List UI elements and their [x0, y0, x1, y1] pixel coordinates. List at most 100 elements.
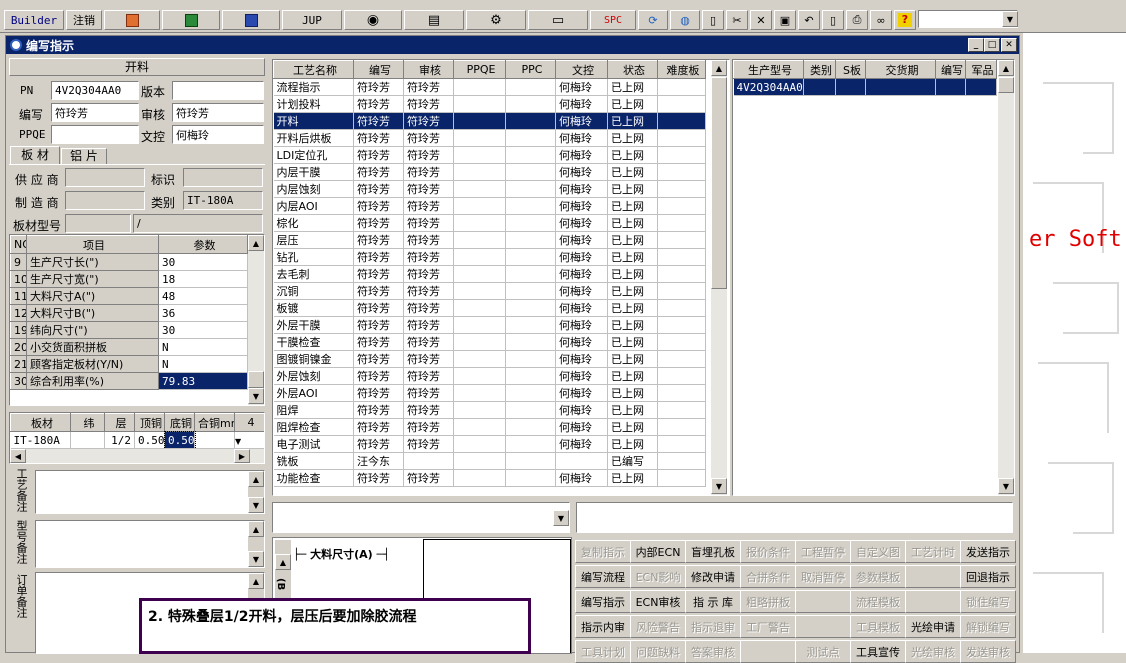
action-button[interactable]: 粗略拼板 — [740, 590, 796, 613]
board-model-field[interactable] — [65, 214, 131, 233]
print-button[interactable]: ⎙ — [846, 10, 868, 30]
toolbar-dropdown[interactable]: ▼ — [918, 10, 1018, 28]
process-combo[interactable]: ▼ — [272, 502, 570, 533]
action-button[interactable]: 光绘审核 — [905, 640, 961, 663]
ppqe-field[interactable] — [51, 125, 139, 144]
ppt-button[interactable] — [104, 10, 160, 30]
cut-button[interactable]: ✂ — [726, 10, 748, 30]
scroll-up-icon[interactable]: ▲ — [711, 60, 727, 76]
process-row[interactable]: 外层干膜 符玲芳 符玲芳 何梅玲 已上网 — [273, 316, 706, 334]
process-row[interactable]: 铣板 汪今东 已编写 — [273, 452, 706, 470]
action-button[interactable]: 编写流程 — [575, 565, 631, 588]
scroll-thumb[interactable] — [998, 77, 1014, 93]
process-column-header[interactable]: 状态 — [607, 60, 658, 79]
action-button[interactable]: 指示内审 — [575, 615, 631, 638]
param-value[interactable]: 48 — [158, 287, 248, 305]
scroll-thumb[interactable] — [248, 371, 264, 388]
scroll-up-icon[interactable]: ▲ — [248, 521, 264, 537]
doc-control-field[interactable]: 何梅玲 — [172, 125, 264, 144]
action-button[interactable]: 内部ECN — [630, 540, 686, 563]
maker-field[interactable] — [65, 191, 145, 210]
new-button[interactable]: ▯ — [702, 10, 724, 30]
material-row[interactable]: IT-180A 1/2 0.50 0.50 ▼ — [10, 430, 264, 450]
spc-button[interactable]: SPC — [590, 10, 636, 30]
process-row[interactable]: 棕化 符玲芳 符玲芳 何梅玲 已上网 — [273, 214, 706, 232]
database-button[interactable]: ▤ — [404, 10, 464, 30]
param-value[interactable]: N — [158, 355, 248, 373]
process-column-header[interactable]: PPC — [505, 60, 556, 79]
process-row[interactable]: 外层AOI 符玲芳 符玲芳 何梅玲 已上网 — [273, 384, 706, 402]
scroll-up-icon[interactable]: ▲ — [998, 60, 1014, 76]
process-row[interactable]: 图镀铜镍金 符玲芳 符玲芳 何梅玲 已上网 — [273, 350, 706, 368]
pn-field[interactable]: 4V2Q304AA0 — [51, 81, 139, 100]
scroll-up-icon[interactable]: ▲ — [275, 554, 291, 570]
find-button[interactable]: ∞ — [870, 10, 892, 30]
logout-button[interactable]: 注销 — [66, 10, 102, 30]
maximize-button[interactable]: □ — [984, 38, 1000, 52]
action-button[interactable]: 盲埋孔板 — [685, 540, 741, 563]
builder-button[interactable]: Builder — [4, 10, 64, 30]
action-button[interactable]: 光绘申请 — [905, 615, 961, 638]
scroll-thumb[interactable] — [711, 77, 727, 289]
close-button[interactable]: ✕ — [1001, 38, 1017, 52]
tab-board[interactable]: 板 材 — [10, 146, 60, 165]
param-value[interactable]: N — [158, 338, 248, 356]
param-row[interactable]: 19纬向尺寸(")30 — [10, 321, 248, 339]
action-button[interactable]: 回退指示 — [960, 565, 1016, 588]
process-row[interactable]: 开料后烘板 符玲芳 符玲芳 何梅玲 已上网 — [273, 129, 706, 147]
param-row[interactable]: 30综合利用率(%)79.83 — [10, 372, 248, 390]
process-row[interactable]: 干膜检查 符玲芳 符玲芳 何梅玲 已上网 — [273, 333, 706, 351]
action-button[interactable]: 工具模板 — [850, 615, 906, 638]
scroll-down-icon[interactable]: ▼ — [248, 388, 264, 404]
refresh-button[interactable]: ⟳ — [638, 10, 668, 30]
process-row[interactable]: 沉铜 符玲芳 符玲芳 何梅玲 已上网 — [273, 282, 706, 300]
process-column-header[interactable]: 工艺名称 — [273, 60, 354, 79]
scroll-up-icon[interactable]: ▲ — [248, 573, 264, 589]
process-row[interactable]: 电子测试 符玲芳 符玲芳 何梅玲 已上网 — [273, 435, 706, 453]
process-row[interactable]: 流程指示 符玲芳 符玲芳 何梅玲 已上网 — [273, 78, 706, 96]
action-button[interactable]: 自定义图 — [850, 540, 906, 563]
process-row[interactable]: LDI定位孔 符玲芳 符玲芳 何梅玲 已上网 — [273, 146, 706, 164]
reviewer-field[interactable]: 符玲芳 — [172, 103, 264, 122]
process-row[interactable]: 外层蚀刻 符玲芳 符玲芳 何梅玲 已上网 — [273, 367, 706, 385]
process-row[interactable]: 开料 符玲芳 符玲芳 何梅玲 已上网 — [273, 112, 706, 130]
computer-button[interactable]: ▭ — [528, 10, 588, 30]
param-row[interactable]: 10生产尺寸宽(")18 — [10, 270, 248, 288]
chevron-down-icon[interactable]: ▼ — [553, 510, 569, 526]
action-button[interactable]: 风险警告 — [630, 615, 686, 638]
action-button[interactable]: 复制指示 — [575, 540, 631, 563]
process-row[interactable]: 阻焊 符玲芳 符玲芳 何梅玲 已上网 — [273, 401, 706, 419]
action-button[interactable] — [905, 565, 961, 588]
save-button[interactable]: ▣ — [774, 10, 796, 30]
process-row[interactable]: 钻孔 符玲芳 符玲芳 何梅玲 已上网 — [273, 248, 706, 266]
scroll-down-icon[interactable]: ▼ — [711, 478, 727, 494]
scroll-down-icon[interactable]: ▼ — [248, 551, 264, 567]
process-row[interactable]: 去毛刺 符玲芳 符玲芳 何梅玲 已上网 — [273, 265, 706, 283]
action-button[interactable]: 工具计划 — [575, 640, 631, 663]
action-button[interactable]: 工厂警告 — [740, 615, 796, 638]
action-button[interactable]: 工程暂停 — [795, 540, 851, 563]
action-button[interactable]: 指 示 库 — [685, 590, 741, 613]
action-button[interactable] — [795, 615, 851, 638]
action-button[interactable]: 问题缺料 — [630, 640, 686, 663]
param-value[interactable]: 18 — [158, 270, 248, 288]
param-value[interactable]: 30 — [158, 253, 248, 271]
param-row[interactable]: 21顾客指定板材(Y/N)N — [10, 355, 248, 373]
version-field[interactable] — [172, 81, 264, 100]
note-process-field[interactable]: ▲ ▼ — [35, 470, 265, 514]
action-button[interactable]: 锁住编写 — [960, 590, 1016, 613]
scroll-down-icon[interactable]: ▼ — [248, 497, 264, 513]
param-row[interactable]: 11大料尺寸A(")48 — [10, 287, 248, 305]
action-button[interactable]: 发送指示 — [960, 540, 1016, 563]
action-button[interactable] — [905, 590, 961, 613]
help-button[interactable]: ? — [894, 10, 916, 30]
action-button[interactable]: 参数模板 — [850, 565, 906, 588]
scroll-right-icon[interactable]: ▶ — [234, 449, 250, 463]
preview-button[interactable]: ▯ — [822, 10, 844, 30]
author-field[interactable]: 符玲芳 — [51, 103, 139, 122]
material-hscrollbar[interactable]: ◀ ▶ — [10, 449, 264, 463]
param-row[interactable]: 9 生产尺寸长(") 30 — [10, 253, 248, 271]
action-button[interactable] — [740, 640, 796, 663]
text-input[interactable] — [576, 502, 1013, 533]
board-model-field-2[interactable]: / — [133, 214, 263, 233]
